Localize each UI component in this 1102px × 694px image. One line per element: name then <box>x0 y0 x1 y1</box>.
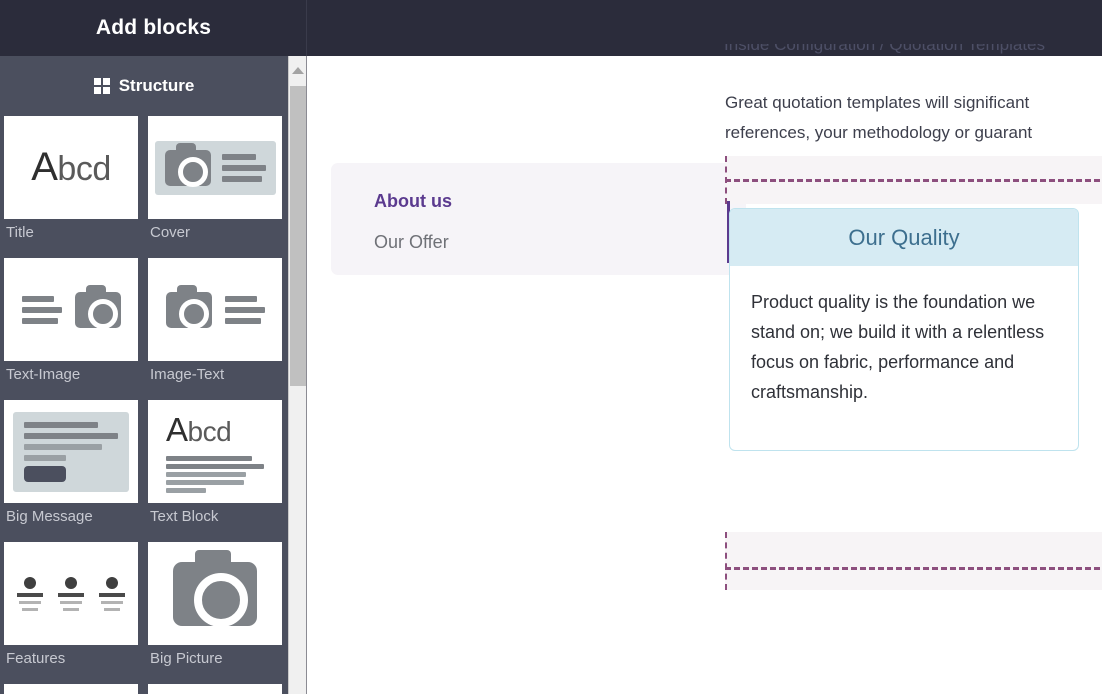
button-shape-icon <box>24 466 66 482</box>
sidebar-section-structure: Structure <box>0 56 288 116</box>
camera-icon <box>75 292 121 328</box>
sidebar-section-label: Structure <box>119 76 195 96</box>
our-quality-body: Product quality is the foundation we sta… <box>730 266 1078 407</box>
block-thumb-partial[interactable] <box>148 684 282 694</box>
features-art-icon <box>15 577 127 611</box>
chevron-up-icon <box>292 67 304 74</box>
block-thumb-partial[interactable] <box>4 684 138 694</box>
block-label: Title <box>4 219 138 258</box>
text-lines-icon <box>22 296 62 324</box>
big-message-art-icon <box>13 412 129 492</box>
drop-zone-lower-dashed-line <box>725 567 1102 570</box>
camera-icon <box>173 562 257 626</box>
block-thumb-cover[interactable] <box>148 116 282 219</box>
our-quality-title: Our Quality <box>848 225 959 251</box>
add-blocks-sidebar: Structure Abcd Title <box>0 56 307 694</box>
text-lines-icon <box>222 154 266 182</box>
block-thumb-text-block[interactable]: Abcd <box>148 400 282 503</box>
paragraph-line-1: Great quotation templates will significa… <box>725 88 1102 118</box>
scrollbar-up-button[interactable] <box>289 56 307 84</box>
block-item-image-text[interactable]: Image-Text <box>148 258 282 400</box>
image-text-art-icon <box>166 292 265 328</box>
drop-zone-upper-dashed-line <box>725 179 1102 182</box>
block-item-text-block[interactable]: Abcd Text Block <box>148 400 282 542</box>
block-item-partial-left[interactable] <box>4 684 138 694</box>
topbar-divider <box>306 0 307 56</box>
block-thumb-image-text[interactable] <box>148 258 282 361</box>
editor-canvas: About us Our Offer Great quotation templ… <box>307 56 1102 694</box>
sidebar-scrollbar[interactable] <box>288 56 307 694</box>
block-label: Text Block <box>148 503 282 542</box>
camera-icon <box>166 292 212 328</box>
about-us-panel[interactable]: About us Our Offer <box>331 163 746 275</box>
drop-zone-lower[interactable] <box>725 532 1102 590</box>
add-blocks-title: Add blocks <box>96 16 211 40</box>
block-label: Image-Text <box>148 361 282 400</box>
document-column: Great quotation templates will significa… <box>711 56 1102 694</box>
block-item-big-message[interactable]: Big Message <box>4 400 138 542</box>
block-item-cover[interactable]: Cover <box>148 116 282 258</box>
blocks-grid: Abcd Title Cover <box>0 116 288 694</box>
block-thumb-big-message[interactable] <box>4 400 138 503</box>
abcd-icon: Abcd <box>31 145 111 190</box>
text-image-art-icon <box>22 292 121 328</box>
camera-icon <box>165 150 211 186</box>
block-label: Big Picture <box>148 645 282 684</box>
scrollbar-thumb[interactable] <box>290 86 306 386</box>
block-label: Text-Image <box>4 361 138 400</box>
block-item-text-image[interactable]: Text-Image <box>4 258 138 400</box>
our-quality-card-header: Our Quality <box>730 209 1078 266</box>
text-block-art-icon: Abcd <box>166 411 264 493</box>
paragraph-line-2: references, your methodology or guarant <box>725 118 1102 148</box>
cover-art-icon <box>155 141 276 195</box>
block-label: Big Message <box>4 503 138 542</box>
add-blocks-header: Add blocks <box>0 0 307 56</box>
text-lines-icon <box>225 296 265 324</box>
block-thumb-features[interactable] <box>4 542 138 645</box>
block-item-title[interactable]: Abcd Title <box>4 116 138 258</box>
sidebar-content: Structure Abcd Title <box>0 56 288 694</box>
abcd-icon: Abcd <box>166 411 231 449</box>
block-label: Cover <box>148 219 282 258</box>
block-label: Features <box>4 645 138 684</box>
block-item-partial-right[interactable] <box>148 684 282 694</box>
app-root: Add blocks Inside Configuration / Quotat… <box>0 0 1102 694</box>
about-us-subtitle: Our Offer <box>374 232 746 253</box>
block-thumb-big-picture[interactable] <box>148 542 282 645</box>
grid-icon <box>94 78 110 94</box>
block-item-features[interactable]: Features <box>4 542 138 684</box>
document-paragraph: Great quotation templates will significa… <box>725 88 1102 148</box>
our-quality-card[interactable]: Our Quality Product quality is the found… <box>729 208 1079 451</box>
about-us-heading: About us <box>374 191 746 212</box>
breadcrumb-text: Inside Configuration / Quotation Templat… <box>724 44 1045 55</box>
block-thumb-text-image[interactable] <box>4 258 138 361</box>
block-item-big-picture[interactable]: Big Picture <box>148 542 282 684</box>
block-thumb-title[interactable]: Abcd <box>4 116 138 219</box>
